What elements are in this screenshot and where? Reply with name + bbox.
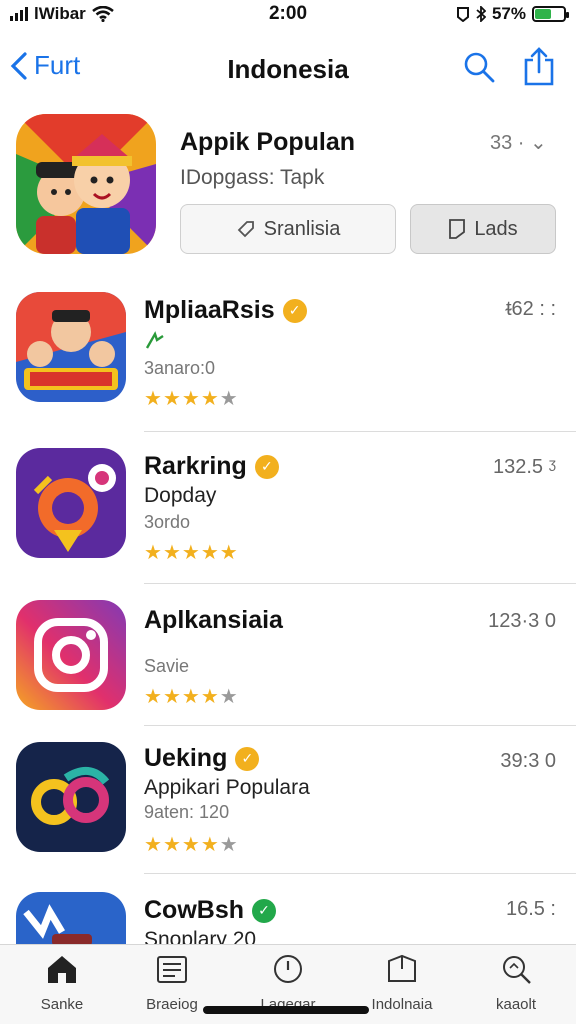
star-full-icon: ★ (162, 388, 182, 410)
star-full-icon: ★ (200, 542, 220, 564)
home-icon (48, 956, 76, 983)
camera-app-icon[interactable] (16, 600, 126, 710)
featured-secondary-button[interactable]: Lads (410, 204, 556, 254)
cowbsh-app-icon[interactable] (16, 892, 126, 944)
star-full-icon: ★ (144, 388, 163, 410)
battery-percent: 57% (491, 4, 526, 23)
home-indicator[interactable] (203, 1006, 369, 1014)
list-item[interactable]: CowBsh ✓ Snoplary 20 16.5 : (0, 878, 576, 944)
rating-stars: ★★★★★ (144, 684, 239, 709)
app-name: Aplkansiaia (144, 606, 283, 635)
search-icon[interactable] (462, 50, 496, 84)
star-full-icon: ★ (144, 686, 163, 708)
app-detail: 3anaro:0 (144, 358, 216, 378)
featured-app-subtitle: IDopgass: Tapk (180, 166, 325, 189)
tab-indonesia[interactable]: Indolnaia (352, 953, 452, 1013)
spark-icon (145, 331, 164, 349)
tab-updates[interactable]: Lagegar (238, 953, 338, 1013)
tab-search[interactable]: kaaolt (466, 953, 566, 1013)
featured-primary-button[interactable]: Sranlisia (180, 204, 396, 254)
star-full-icon: ★ (181, 542, 201, 564)
star-empty-icon: ★ (219, 834, 239, 856)
divider (144, 873, 576, 874)
app-meta[interactable]: 132.5 ᶾ (493, 456, 556, 479)
tag-icon (237, 221, 254, 238)
star-full-icon: ★ (144, 834, 163, 856)
list-item[interactable]: Aplkansiaia Savie ★★★★★ 123·3 0 (0, 586, 576, 726)
app-title: Ueking (144, 744, 228, 772)
tab-home[interactable]: Sanke (12, 953, 112, 1013)
featured-app-name: Appik Populan (180, 128, 355, 156)
app-detail: Savie (144, 656, 190, 676)
star-full-icon: ★ (200, 686, 220, 708)
app-meta[interactable]: 39:3 0 (500, 750, 556, 773)
categories-icon (157, 956, 187, 983)
app-subtitle: Dopday (144, 484, 217, 507)
divider (144, 583, 576, 584)
app-name: CowBsh ✓ (144, 896, 276, 925)
featured-secondary-label: Lads (474, 217, 518, 240)
star-full-icon: ★ (162, 542, 182, 564)
verified-badge-icon: ✓ (235, 746, 260, 771)
star-full-icon: ★ (162, 686, 182, 708)
star-empty-icon: ★ (219, 686, 239, 708)
battery-icon (532, 6, 569, 22)
app-subtitle: Snoplary 20 (144, 928, 257, 944)
battery-fill (535, 9, 551, 19)
status-right: 57% (456, 4, 569, 24)
featured-primary-label: Sranlisia (263, 217, 341, 240)
star-full-icon: ★ (181, 834, 201, 856)
status-bar: lWibar 2:00 57% (0, 0, 576, 28)
clock-icon (274, 955, 302, 983)
tab-categories[interactable]: Braeiog (122, 953, 222, 1013)
app-name: Ueking ✓ (144, 744, 260, 773)
app-title: MpliaaRsis (144, 296, 275, 324)
verified-badge-icon: ✓ (282, 298, 307, 323)
app-name: Rarkring ✓ (144, 452, 279, 481)
note-icon (449, 219, 466, 239)
featured-app-meta[interactable]: 33 · ⌄ (490, 130, 547, 155)
app-title: Rarkring (144, 452, 247, 480)
swirl-app-icon[interactable] (16, 742, 126, 852)
app-detail: 3ordo (144, 512, 191, 532)
bluetooth-icon (476, 6, 486, 22)
star-full-icon: ★ (181, 388, 201, 410)
verified-badge-icon: ✓ (252, 898, 276, 923)
star-full-icon: ★ (144, 542, 163, 564)
game-characters-icon[interactable] (16, 292, 126, 402)
star-half-icon: ★ (219, 542, 239, 564)
rating-stars: ★★★★★ (144, 540, 239, 565)
tab-label: kaaolt (495, 996, 537, 1013)
app-meta[interactable]: 123·3 0 (488, 610, 556, 633)
app-title: CowBsh (144, 896, 244, 924)
search-icon (503, 956, 531, 984)
rating-stars: ★★★★★ (144, 832, 239, 857)
star-empty-icon: ★ (219, 388, 239, 410)
list-item[interactable]: MpliaaRsis ✓ 3anaro:0 ★★★★★ ᵵ62 : : (0, 280, 576, 432)
list-item[interactable]: Ueking ✓ Appikari Populara 9aten: 120 ★★★… (0, 728, 576, 874)
rating-stars: ★★★★★ (144, 386, 239, 411)
list-item[interactable]: Rarkring ✓ Dopday 3ordo ★★★★★ 132.5 ᶾ (0, 434, 576, 584)
share-icon[interactable] (522, 46, 556, 86)
star-half-icon: ★ (200, 388, 220, 410)
featured-app-icon[interactable] (16, 114, 156, 254)
verified-badge-icon: ✓ (254, 454, 279, 479)
box-icon (388, 954, 416, 982)
star-full-icon: ★ (181, 686, 201, 708)
app-detail: 9aten: 120 (144, 802, 230, 822)
location-pin-app-icon[interactable] (16, 448, 126, 558)
app-title: Aplkansiaia (144, 606, 283, 634)
location-icon (456, 7, 469, 22)
app-meta[interactable]: 16.5 : (506, 898, 556, 921)
star-full-icon: ★ (162, 834, 182, 856)
star-full-icon: ★ (200, 834, 220, 856)
divider (144, 725, 576, 726)
divider (144, 431, 576, 432)
app-name: MpliaaRsis ✓ (144, 296, 307, 325)
app-subtitle: Appikari Populara (144, 776, 310, 799)
featured-app-card[interactable]: Appik Populan IDopgass: Tapk 33 · ⌄ Sran… (0, 108, 576, 268)
nav-bar: Furt Indonesia (0, 40, 576, 98)
app-meta[interactable]: ᵵ62 : : (506, 298, 556, 321)
tab-label: Sanke (40, 996, 84, 1013)
